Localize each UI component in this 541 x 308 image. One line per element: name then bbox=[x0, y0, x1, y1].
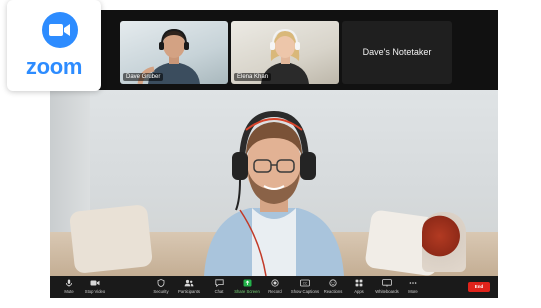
stop-video-button[interactable]: Stop Video bbox=[80, 279, 110, 294]
active-speaker-video bbox=[50, 90, 498, 276]
security-label: Security bbox=[153, 289, 169, 294]
record-label: Record bbox=[268, 289, 282, 294]
participant-tile[interactable]: Elena Khan bbox=[231, 21, 339, 84]
apps-label: Apps bbox=[354, 289, 364, 294]
show-captions-button[interactable]: CC Show Captions bbox=[290, 279, 320, 294]
shield-icon bbox=[157, 279, 165, 287]
meeting-window: Dave Gruber Elena Khan Dave's Notetaker bbox=[50, 10, 498, 298]
chat-icon bbox=[214, 279, 224, 287]
stop-video-label: Stop Video bbox=[84, 289, 106, 294]
zoom-wordmark: zoom bbox=[25, 54, 83, 79]
apps-icon bbox=[355, 279, 363, 287]
microphone-icon bbox=[66, 279, 72, 287]
svg-text:CC: CC bbox=[303, 282, 308, 286]
share-screen-button[interactable]: Share Screen bbox=[232, 279, 262, 294]
apps-button[interactable]: Apps bbox=[344, 279, 374, 294]
participants-label: Participants bbox=[178, 289, 200, 294]
chat-button[interactable]: Chat bbox=[204, 279, 234, 294]
share-screen-label: Share Screen bbox=[234, 289, 260, 294]
show-captions-label: Show Captions bbox=[290, 289, 320, 294]
whiteboard-icon bbox=[382, 279, 392, 287]
participants-icon bbox=[184, 279, 194, 287]
participant-tile[interactable]: Dave's Notetaker bbox=[342, 21, 452, 84]
end-meeting-button[interactable]: End bbox=[468, 282, 490, 292]
more-label: More bbox=[408, 289, 418, 294]
reactions-icon bbox=[329, 279, 337, 287]
more-icon bbox=[409, 282, 417, 284]
record-icon bbox=[271, 279, 279, 287]
participant-name: Dave Gruber bbox=[123, 73, 164, 81]
more-button[interactable]: More bbox=[398, 279, 428, 294]
security-button[interactable]: Security bbox=[146, 279, 176, 294]
gallery-strip: Dave Gruber Elena Khan Dave's Notetaker bbox=[50, 10, 498, 90]
zoom-meeting-screen: zoom Dave Gruber Elena Khan Dave's Notet… bbox=[0, 0, 541, 308]
participant-name: Elena Khan bbox=[234, 73, 272, 81]
zoom-camera-icon bbox=[42, 12, 78, 48]
participant-tile[interactable]: Dave Gruber bbox=[120, 21, 228, 84]
zoom-logo-card: zoom bbox=[7, 0, 101, 91]
participant-name: Dave's Notetaker bbox=[362, 47, 432, 57]
record-button[interactable]: Record bbox=[260, 279, 290, 294]
meeting-toolbar: Mute Stop Video Security Participants Ch… bbox=[50, 276, 498, 298]
speaker-figure bbox=[204, 110, 344, 276]
share-screen-icon bbox=[243, 279, 251, 287]
participants-button[interactable]: Participants bbox=[174, 279, 204, 294]
captions-icon: CC bbox=[300, 279, 310, 287]
video-camera-icon bbox=[90, 280, 100, 286]
chat-label: Chat bbox=[214, 289, 224, 294]
